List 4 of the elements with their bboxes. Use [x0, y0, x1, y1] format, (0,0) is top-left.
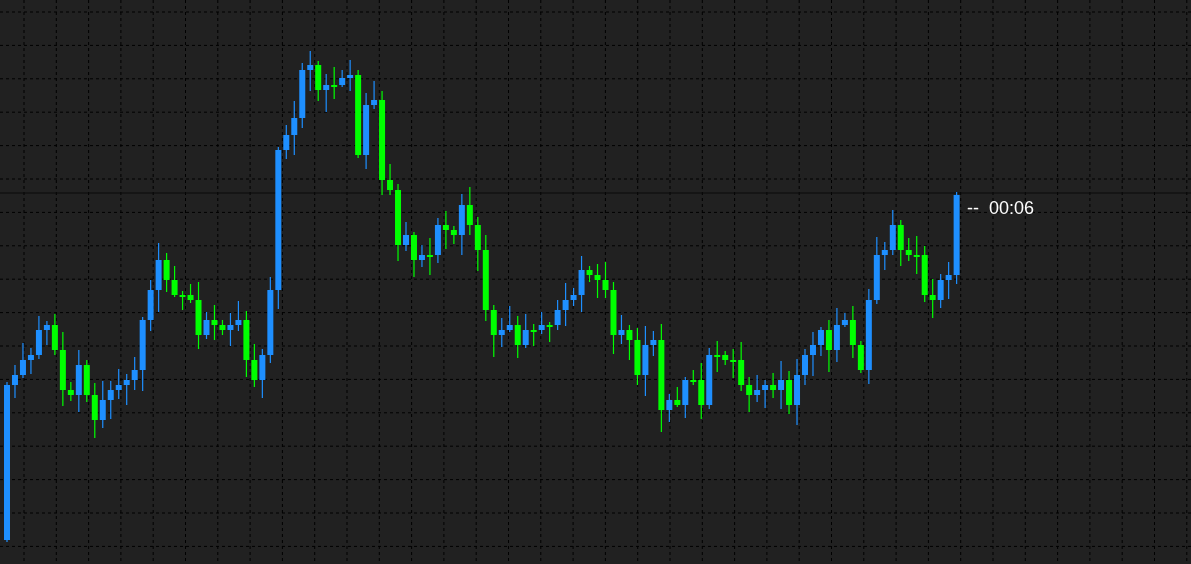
countdown-timer: 00:06 [989, 198, 1035, 219]
countdown-dashes: -- [967, 198, 979, 219]
candle [403, 221, 409, 252]
candle [802, 348, 808, 386]
